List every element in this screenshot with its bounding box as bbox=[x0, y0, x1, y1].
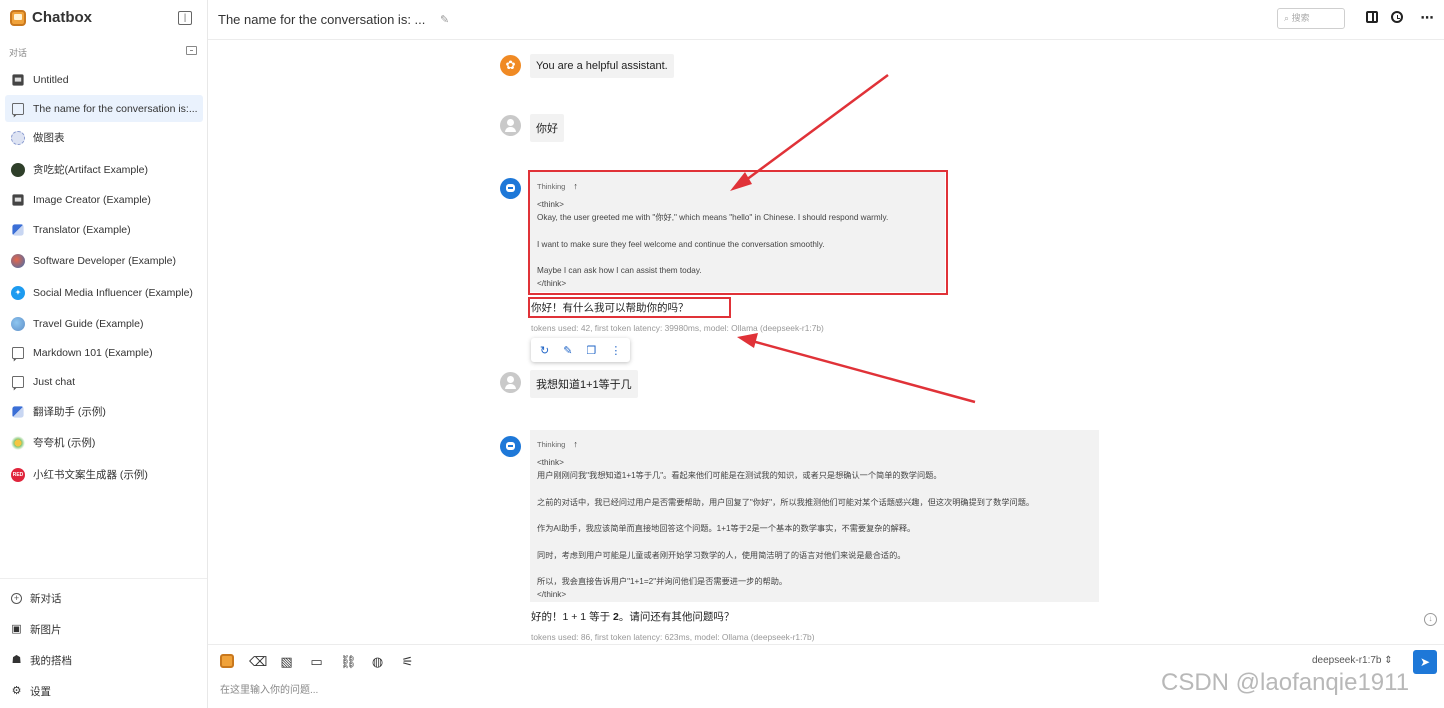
eraser-icon[interactable]: ⌫ bbox=[249, 654, 267, 669]
annotation-arrow-1 bbox=[741, 73, 889, 185]
folder-icon[interactable]: ▭ bbox=[309, 654, 324, 669]
link-icon[interactable]: ⛓ bbox=[340, 654, 357, 669]
annotation-arrow-2 bbox=[751, 339, 976, 404]
send-button[interactable]: ➤ bbox=[1413, 650, 1437, 674]
settings-sliders-icon[interactable]: ⚟ bbox=[400, 654, 415, 669]
chatbox-app: Chatbox | 对话 Untitled The name for the c… bbox=[0, 0, 1444, 708]
annotation-arrowhead-2 bbox=[737, 333, 758, 348]
annotation-arrowhead-1 bbox=[730, 172, 752, 191]
send-icon: ➤ bbox=[1419, 655, 1431, 669]
model-selector[interactable]: deepseek-r1:7b ⇕ bbox=[1312, 655, 1393, 666]
globe-icon[interactable]: ◍ bbox=[370, 654, 385, 669]
watermark: CSDN @laofanqie1911 bbox=[1161, 669, 1410, 696]
image-upload-icon[interactable]: ▧ bbox=[279, 654, 294, 669]
annotation-arrows bbox=[730, 73, 976, 404]
chatbox-logo-icon[interactable] bbox=[220, 654, 234, 668]
message-input[interactable]: 在这里输入你的问题... bbox=[220, 681, 318, 696]
chevron-updown-icon: ⇕ bbox=[1384, 655, 1393, 666]
model-name: deepseek-r1:7b bbox=[1312, 655, 1382, 666]
